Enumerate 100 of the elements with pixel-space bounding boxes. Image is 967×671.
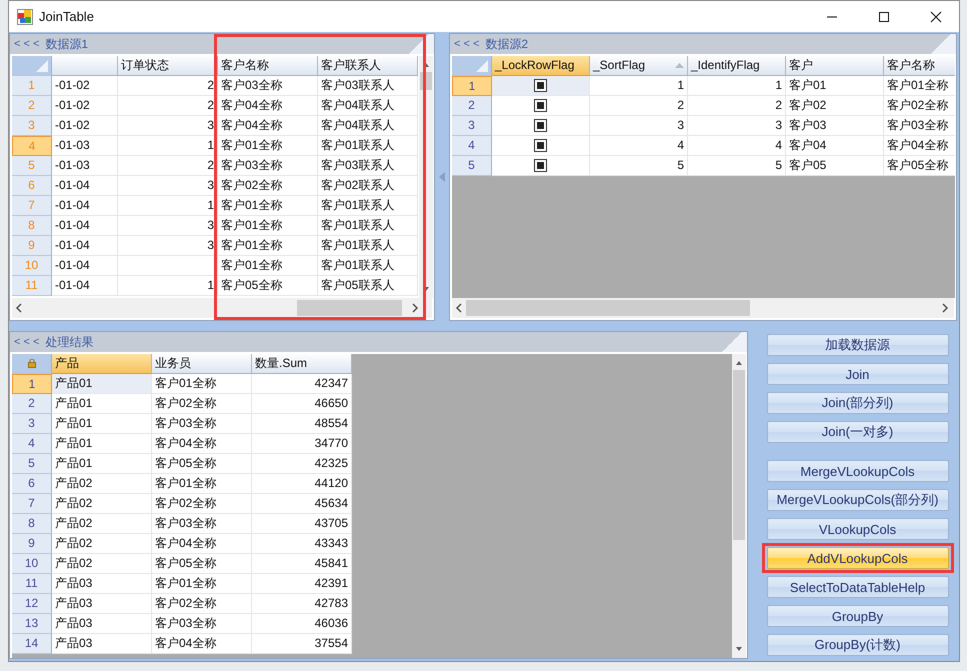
lock-icon bbox=[28, 359, 36, 368]
column-header[interactable]: _SortFlag bbox=[590, 56, 688, 76]
action-button[interactable]: MergeVLookupCols(部分列) bbox=[766, 489, 948, 511]
table-cell: -01-04 bbox=[52, 216, 118, 236]
row-header[interactable]: 2 bbox=[452, 96, 492, 116]
table-cell: 客户01全称 bbox=[884, 76, 955, 96]
column-header[interactable]: 数量.Sum bbox=[252, 354, 352, 374]
table-cell: 客户01全称 bbox=[218, 196, 318, 216]
row-header[interactable]: 12 bbox=[12, 594, 52, 614]
scroll-thumb[interactable] bbox=[466, 300, 750, 316]
row-header[interactable]: 8 bbox=[12, 514, 52, 534]
table-cell: 客户01联系人 bbox=[318, 256, 418, 276]
table-cell: 客户05全称 bbox=[152, 454, 252, 474]
close-icon bbox=[930, 10, 942, 22]
row-header[interactable]: 1 bbox=[452, 76, 492, 96]
checkbox[interactable] bbox=[534, 79, 547, 92]
action-button[interactable]: AddVLookupCols bbox=[766, 547, 948, 569]
row-header[interactable]: 7 bbox=[12, 494, 52, 514]
table-cell: 46036 bbox=[252, 614, 352, 634]
collapse-toggle[interactable]: < < < bbox=[14, 38, 40, 50]
table-cell: 客户04 bbox=[786, 136, 884, 156]
table-cell: 37554 bbox=[252, 634, 352, 654]
select-all-icon bbox=[476, 60, 488, 72]
row-header[interactable]: 14 bbox=[12, 634, 52, 654]
corner-header[interactable] bbox=[12, 354, 52, 374]
horizontal-scrollbar[interactable] bbox=[452, 298, 954, 318]
column-header[interactable]: _IdentifyFlag bbox=[688, 56, 786, 76]
table-cell: 客户01全称 bbox=[218, 256, 318, 276]
collapse-toggle[interactable]: < < < bbox=[14, 336, 40, 348]
column-header[interactable]: 订单状态 bbox=[118, 56, 218, 76]
table-cell: 3 bbox=[118, 216, 218, 236]
panel-title: 处理结果 bbox=[45, 334, 94, 350]
table-cell: 客户04全称 bbox=[152, 434, 252, 454]
table-cell: 2 bbox=[688, 96, 786, 116]
action-button[interactable]: Join bbox=[766, 363, 948, 385]
row-header[interactable]: 2 bbox=[12, 394, 52, 414]
row-header[interactable]: 10 bbox=[12, 554, 52, 574]
vertical-scrollbar[interactable] bbox=[732, 354, 746, 658]
row-header[interactable]: 11 bbox=[12, 574, 52, 594]
table-cell: 客户04全称 bbox=[152, 534, 252, 554]
row-header[interactable]: 5 bbox=[12, 454, 52, 474]
row-header[interactable]: 4 bbox=[12, 434, 52, 454]
row-header[interactable]: 3 bbox=[12, 414, 52, 434]
collapse-toggle[interactable]: < < < bbox=[454, 38, 480, 50]
table-cell: 客户03全称 bbox=[218, 76, 318, 96]
table-cell: 42783 bbox=[252, 594, 352, 614]
column-header[interactable]: 业务员 bbox=[152, 354, 252, 374]
table-cell: 客户03全称 bbox=[218, 156, 318, 176]
column-header[interactable]: 客户 bbox=[786, 56, 884, 76]
table-cell: 客户02全称 bbox=[152, 594, 252, 614]
corner-header[interactable] bbox=[452, 56, 492, 76]
action-button[interactable]: VLookupCols bbox=[766, 518, 948, 540]
checkbox[interactable] bbox=[534, 119, 547, 132]
column-header[interactable]: 客户名称 bbox=[218, 56, 318, 76]
table-cell: 产品01 bbox=[52, 414, 152, 434]
table-cell: 客户01联系人 bbox=[318, 196, 418, 216]
row-header[interactable]: 4 bbox=[452, 136, 492, 156]
corner-header[interactable] bbox=[12, 56, 52, 76]
table-cell: 客户05全称 bbox=[218, 276, 318, 296]
table-cell: 45841 bbox=[252, 554, 352, 574]
column-header[interactable]: _LockRowFlag bbox=[492, 56, 590, 76]
table-cell: 客户04联系人 bbox=[318, 116, 418, 136]
action-button[interactable]: GroupBy(计数) bbox=[766, 634, 948, 656]
row-header[interactable]: 6 bbox=[12, 474, 52, 494]
table-cell: 产品02 bbox=[52, 554, 152, 574]
table-cell: 1 bbox=[118, 136, 218, 156]
row-header[interactable]: 13 bbox=[12, 614, 52, 634]
column-header[interactable] bbox=[52, 56, 118, 76]
scroll-thumb[interactable] bbox=[733, 370, 745, 540]
scroll-thumb[interactable] bbox=[297, 300, 402, 316]
checkbox[interactable] bbox=[534, 99, 547, 112]
action-button[interactable]: Join(部分列) bbox=[766, 392, 948, 414]
table-cell: 客户01联系人 bbox=[318, 216, 418, 236]
table-cell: 2 bbox=[590, 96, 688, 116]
column-header[interactable]: 产品 bbox=[52, 354, 152, 374]
column-header[interactable]: 客户联系人 bbox=[318, 56, 418, 76]
checkbox[interactable] bbox=[534, 159, 547, 172]
action-button[interactable]: Join(一对多) bbox=[766, 421, 948, 443]
table-cell: 客户01全称 bbox=[218, 236, 318, 256]
row-header[interactable]: 1 bbox=[12, 374, 52, 394]
horizontal-scrollbar[interactable] bbox=[12, 298, 432, 318]
table-cell: 客户03 bbox=[786, 116, 884, 136]
table-cell: 产品01 bbox=[52, 434, 152, 454]
table-cell: 产品01 bbox=[52, 394, 152, 414]
table-cell: 客户03联系人 bbox=[318, 156, 418, 176]
table-cell: 客户01联系人 bbox=[318, 136, 418, 156]
table-cell: 客户05联系人 bbox=[318, 276, 418, 296]
table-cell: 客户02全称 bbox=[218, 176, 318, 196]
row-header[interactable]: 3 bbox=[452, 116, 492, 136]
action-button[interactable]: MergeVLookupCols bbox=[766, 460, 948, 482]
table-cell: -01-04 bbox=[52, 196, 118, 216]
column-header[interactable]: 客户名称 bbox=[884, 56, 955, 76]
action-button[interactable]: GroupBy bbox=[766, 605, 948, 627]
checkbox[interactable] bbox=[534, 139, 547, 152]
row-header[interactable]: 5 bbox=[452, 156, 492, 176]
table-cell: 客户04全称 bbox=[884, 136, 955, 156]
action-button[interactable]: 加载数据源 bbox=[766, 334, 948, 356]
table-cell: 客户05 bbox=[786, 156, 884, 176]
row-header[interactable]: 9 bbox=[12, 534, 52, 554]
action-button[interactable]: SelectToDataTableHelp bbox=[766, 576, 948, 598]
